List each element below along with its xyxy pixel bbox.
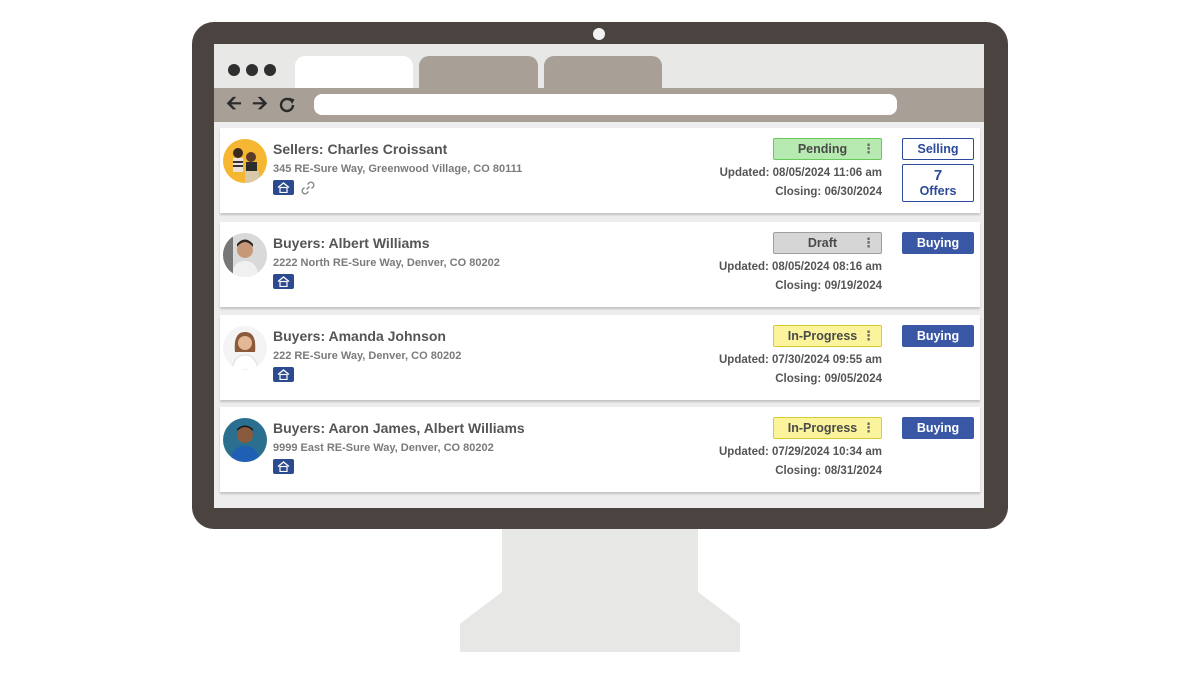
avatar xyxy=(223,326,267,370)
updated-timestamp: Updated: 07/30/2024 09:55 am xyxy=(718,354,882,366)
closing-date: Closing: 09/19/2024 xyxy=(775,280,882,292)
transaction-card[interactable]: Sellers: Charles Croissant 345 RE-Sure W… xyxy=(220,128,980,213)
transaction-list: Sellers: Charles Croissant 345 RE-Sure W… xyxy=(214,122,984,508)
updated-timestamp: Updated: 08/05/2024 08:16 am xyxy=(718,261,882,273)
buying-button[interactable]: Buying xyxy=(902,417,974,439)
client-name[interactable]: Sellers: Charles Croissant xyxy=(273,141,447,157)
window-dot-icon[interactable] xyxy=(228,64,240,76)
avatar xyxy=(223,233,267,277)
updated-timestamp: Updated: 07/29/2024 10:34 am xyxy=(718,446,882,458)
client-name[interactable]: Buyers: Albert Williams xyxy=(273,235,430,251)
transaction-card[interactable]: Buyers: Aaron James, Albert Williams 999… xyxy=(220,407,980,492)
kebab-menu-icon[interactable]: ⋮ xyxy=(862,328,875,344)
home-icon[interactable] xyxy=(273,367,294,382)
kebab-menu-icon[interactable]: ⋮ xyxy=(862,235,875,251)
home-icon[interactable] xyxy=(273,274,294,289)
link-icon[interactable] xyxy=(300,180,316,196)
browser-tab[interactable] xyxy=(544,56,662,88)
avatar xyxy=(223,139,267,183)
status-badge[interactable]: Pending ⋮ xyxy=(773,138,882,160)
offers-label: Offers xyxy=(919,183,957,198)
offers-button[interactable]: 7 Offers xyxy=(902,164,974,202)
closing-date: Closing: 06/30/2024 xyxy=(775,186,882,198)
back-arrow-icon[interactable]: 🡨 xyxy=(223,93,245,117)
closing-date: Closing: 08/31/2024 xyxy=(775,465,882,477)
browser-tab-active[interactable] xyxy=(295,56,413,88)
kebab-menu-icon[interactable]: ⋮ xyxy=(862,141,875,157)
home-icon[interactable] xyxy=(273,180,294,195)
updated-timestamp: Updated: 08/05/2024 11:06 am xyxy=(719,167,882,179)
reload-icon[interactable] xyxy=(276,93,298,117)
status-badge[interactable]: Draft ⋮ xyxy=(773,232,882,254)
buying-button[interactable]: Buying xyxy=(902,325,974,347)
transaction-card[interactable]: Buyers: Albert Williams 2222 North RE-Su… xyxy=(220,222,980,307)
client-name[interactable]: Buyers: Aaron James, Albert Williams xyxy=(273,420,525,436)
selling-button[interactable]: Selling xyxy=(902,138,974,160)
client-name[interactable]: Buyers: Amanda Johnson xyxy=(273,328,446,344)
browser-tab[interactable] xyxy=(419,56,538,88)
monitor-screen: 🡨 🡪 Sellers: Charles Croissant 345 RE-Su… xyxy=(214,44,984,508)
webcam-dot xyxy=(593,28,605,40)
status-badge[interactable]: In-Progress ⋮ xyxy=(773,325,882,347)
transaction-card[interactable]: Buyers: Amanda Johnson 222 RE-Sure Way, … xyxy=(220,315,980,400)
address-bar-input[interactable] xyxy=(314,94,897,115)
offers-count: 7 xyxy=(933,166,943,184)
monitor-stand-base xyxy=(460,592,740,652)
status-badge[interactable]: In-Progress ⋮ xyxy=(773,417,882,439)
window-dot-icon[interactable] xyxy=(264,64,276,76)
forward-arrow-icon[interactable]: 🡪 xyxy=(249,93,271,117)
buying-button[interactable]: Buying xyxy=(902,232,974,254)
avatar xyxy=(223,418,267,462)
property-address: 2222 North RE-Sure Way, Denver, CO 80202 xyxy=(273,257,500,269)
closing-date: Closing: 09/05/2024 xyxy=(775,373,882,385)
window-dot-icon[interactable] xyxy=(246,64,258,76)
kebab-menu-icon[interactable]: ⋮ xyxy=(862,420,875,436)
property-address: 9999 East RE-Sure Way, Denver, CO 80202 xyxy=(273,442,494,454)
browser-tab-bar xyxy=(214,44,984,88)
monitor-stand-neck xyxy=(502,529,698,592)
property-address: 222 RE-Sure Way, Denver, CO 80202 xyxy=(273,350,462,362)
home-icon[interactable] xyxy=(273,459,294,474)
property-address: 345 RE-Sure Way, Greenwood Village, CO 8… xyxy=(273,163,523,175)
